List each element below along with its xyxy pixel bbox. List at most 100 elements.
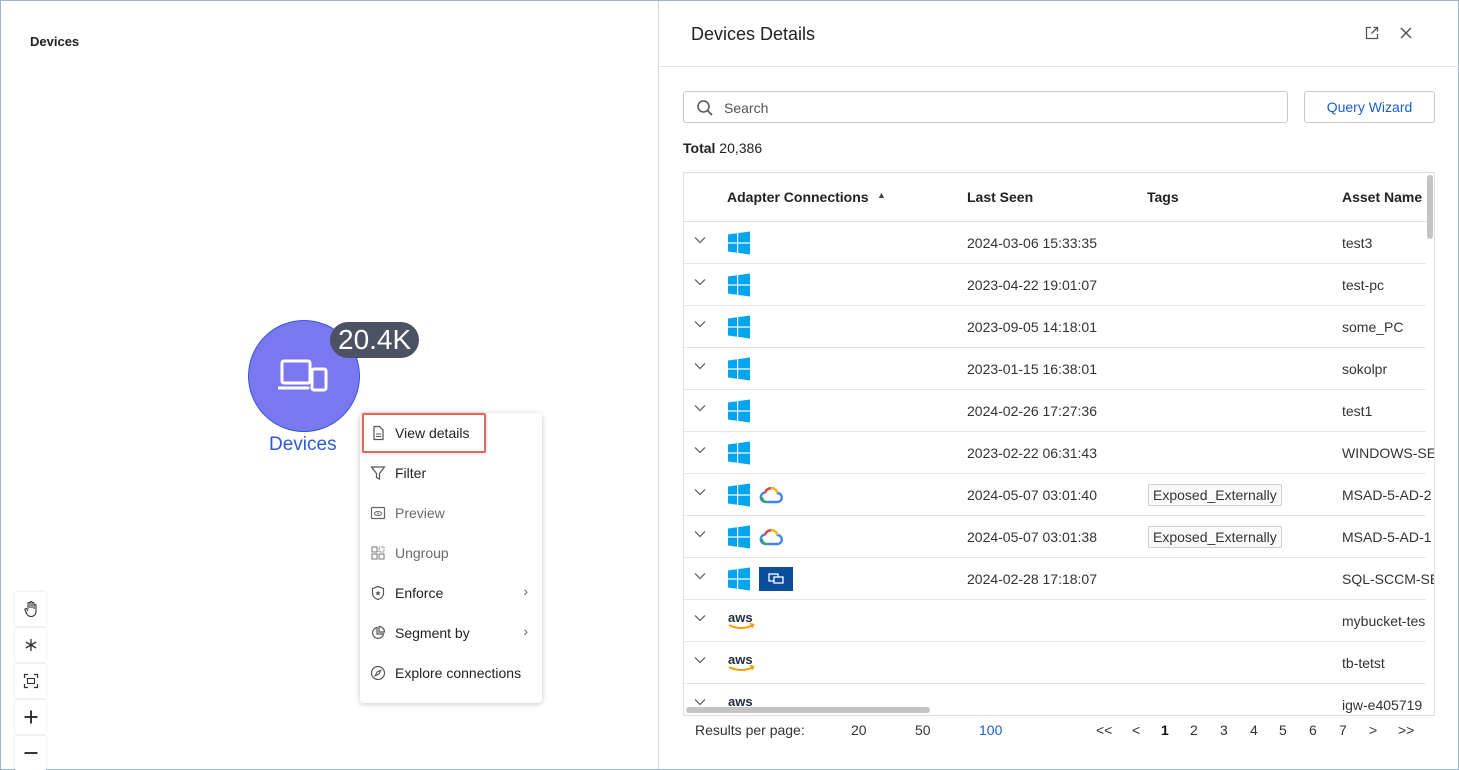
chevron-down-icon[interactable] — [694, 236, 706, 244]
table-row[interactable]: 2024-02-28 17:18:07 SQL-SCCM-SE — [684, 558, 1434, 600]
column-header-last-seen[interactable]: Last Seen — [967, 189, 1033, 205]
google-cloud-icon — [759, 528, 783, 546]
menu-item-label: Enforce — [395, 585, 444, 601]
horizontal-scrollbar[interactable] — [686, 707, 930, 713]
page-button[interactable]: 2 — [1190, 722, 1198, 738]
asset-name-cell[interactable]: tb-tetst — [1342, 655, 1385, 671]
preview-icon — [370, 506, 386, 520]
asset-name-cell[interactable]: test-pc — [1342, 277, 1384, 293]
windows-icon — [728, 273, 750, 297]
search-box[interactable] — [683, 91, 1288, 123]
zoom-in-button[interactable] — [15, 700, 46, 734]
next-page-button[interactable]: > — [1369, 722, 1377, 738]
asset-name-cell[interactable]: WINDOWS-SE — [1342, 445, 1434, 461]
menu-item-explore-connections[interactable]: Explore connections — [360, 653, 542, 693]
page-button[interactable]: 5 — [1279, 722, 1287, 738]
chevron-down-icon[interactable] — [694, 488, 706, 496]
query-wizard-button[interactable]: Query Wizard — [1304, 91, 1435, 123]
node-label[interactable]: Devices — [269, 434, 337, 456]
page-button[interactable]: 4 — [1250, 722, 1258, 738]
windows-icon — [728, 441, 750, 465]
table-row[interactable]: aws mybucket-tes — [684, 600, 1426, 642]
adapter-icons — [727, 357, 751, 381]
menu-item-filter[interactable]: Filter — [360, 453, 542, 493]
menu-item-label: Filter — [395, 465, 427, 481]
table-row[interactable]: aws tb-tetst — [684, 642, 1426, 684]
adapter-icons: aws — [727, 651, 757, 675]
page-button[interactable]: 7 — [1339, 722, 1347, 738]
vertical-scrollbar[interactable] — [1427, 175, 1433, 239]
shield-icon — [371, 585, 385, 601]
page-button[interactable]: 3 — [1220, 722, 1228, 738]
column-header-adapter-connections[interactable]: Adapter Connections — [727, 189, 869, 205]
page-size-option-active[interactable]: 100 — [979, 722, 1002, 738]
last-seen-cell: 2024-02-28 17:18:07 — [967, 571, 1097, 587]
menu-item-label: Preview — [395, 505, 445, 521]
canvas-title: Devices — [30, 34, 80, 49]
page-button[interactable]: 6 — [1309, 722, 1317, 738]
chevron-down-icon[interactable] — [694, 446, 706, 454]
chevron-down-icon[interactable] — [694, 572, 706, 580]
column-header-tags[interactable]: Tags — [1147, 189, 1179, 205]
table-row[interactable]: 2023-09-05 14:18:01 some_PC — [684, 306, 1426, 348]
chevron-down-icon[interactable] — [694, 278, 706, 286]
close-button[interactable] — [1396, 23, 1416, 43]
asset-name-cell[interactable]: some_PC — [1342, 319, 1403, 335]
sort-ascending-icon[interactable]: ▲ — [877, 190, 886, 200]
plus-icon — [24, 710, 37, 724]
tag-badge[interactable]: Exposed_Externally — [1148, 484, 1282, 506]
first-page-button[interactable]: << — [1096, 722, 1112, 738]
menu-item-preview[interactable]: Preview — [360, 493, 542, 533]
table-row[interactable]: 2023-04-22 19:01:07 test-pc — [684, 264, 1426, 306]
asset-name-cell[interactable]: MSAD-5-AD-2 — [1342, 487, 1431, 503]
canvas-toolbar — [15, 592, 46, 770]
devices-icon — [278, 359, 328, 392]
table-footer: Results per page: 20 50 100 << < 1 2 3 4… — [659, 716, 1459, 746]
chevron-down-icon[interactable] — [694, 530, 706, 538]
page-button-current[interactable]: 1 — [1161, 722, 1169, 738]
open-external-button[interactable] — [1362, 23, 1382, 43]
asset-name-cell[interactable]: MSAD-5-AD-1 — [1342, 529, 1431, 545]
table-row[interactable]: 2024-05-07 03:01:40 Exposed_Externally MSA… — [684, 474, 1431, 516]
menu-item-label: Explore connections — [395, 665, 522, 681]
asset-name-cell[interactable]: sokolpr — [1342, 361, 1387, 377]
menu-item-enforce[interactable]: Enforce › — [360, 573, 542, 613]
table-row[interactable]: 2023-01-15 16:38:01 sokolpr — [684, 348, 1426, 390]
asset-name-cell[interactable]: SQL-SCCM-SE — [1342, 571, 1434, 587]
asset-name-cell[interactable]: igw-e405719 — [1342, 697, 1422, 713]
chevron-down-icon[interactable] — [694, 320, 706, 328]
last-seen-cell: 2023-01-15 16:38:01 — [967, 361, 1097, 377]
table-header: Adapter Connections ▲ Last Seen Tags Ass… — [684, 173, 1434, 222]
asset-name-cell[interactable]: mybucket-tes — [1342, 613, 1425, 629]
menu-item-ungroup[interactable]: Ungroup — [360, 533, 542, 573]
chevron-down-icon[interactable] — [694, 614, 706, 622]
table-row[interactable]: 2024-05-07 03:01:38 Exposed_Externally MSA… — [684, 516, 1431, 558]
table-row[interactable]: 2024-02-26 17:27:36 test1 — [684, 390, 1426, 432]
chevron-down-icon[interactable] — [694, 656, 706, 664]
page-size-option[interactable]: 50 — [915, 722, 931, 738]
windows-icon — [728, 567, 750, 591]
column-header-asset-name[interactable]: Asset Name — [1342, 189, 1422, 205]
fit-screen-button[interactable] — [15, 664, 46, 698]
zoom-out-button[interactable] — [15, 736, 46, 770]
chevron-down-icon[interactable] — [694, 404, 706, 412]
menu-item-segment-by[interactable]: Segment by › — [360, 613, 542, 653]
prev-page-button[interactable]: < — [1132, 722, 1140, 738]
windows-icon — [728, 315, 750, 339]
tag-badge[interactable]: Exposed_Externally — [1148, 526, 1282, 548]
menu-item-label: Ungroup — [395, 545, 449, 561]
chevron-down-icon[interactable] — [694, 362, 706, 370]
table-row[interactable]: 2023-02-22 06:31:43 WINDOWS-SE — [684, 432, 1434, 474]
asset-name-cell[interactable]: test3 — [1342, 235, 1372, 251]
last-seen-cell: 2023-02-22 06:31:43 — [967, 445, 1097, 461]
table-row[interactable]: 2024-03-06 15:33:35 test3 — [684, 222, 1426, 264]
layout-tool-button[interactable] — [15, 628, 46, 662]
chevron-down-icon[interactable] — [694, 698, 706, 706]
asset-name-cell[interactable]: test1 — [1342, 403, 1372, 419]
total-count: Total 20,386 — [683, 140, 762, 156]
last-page-button[interactable]: >> — [1398, 722, 1414, 738]
pan-tool-button[interactable] — [15, 592, 46, 626]
page-size-option[interactable]: 20 — [851, 722, 867, 738]
search-icon — [697, 100, 713, 116]
search-input[interactable] — [724, 98, 1264, 118]
